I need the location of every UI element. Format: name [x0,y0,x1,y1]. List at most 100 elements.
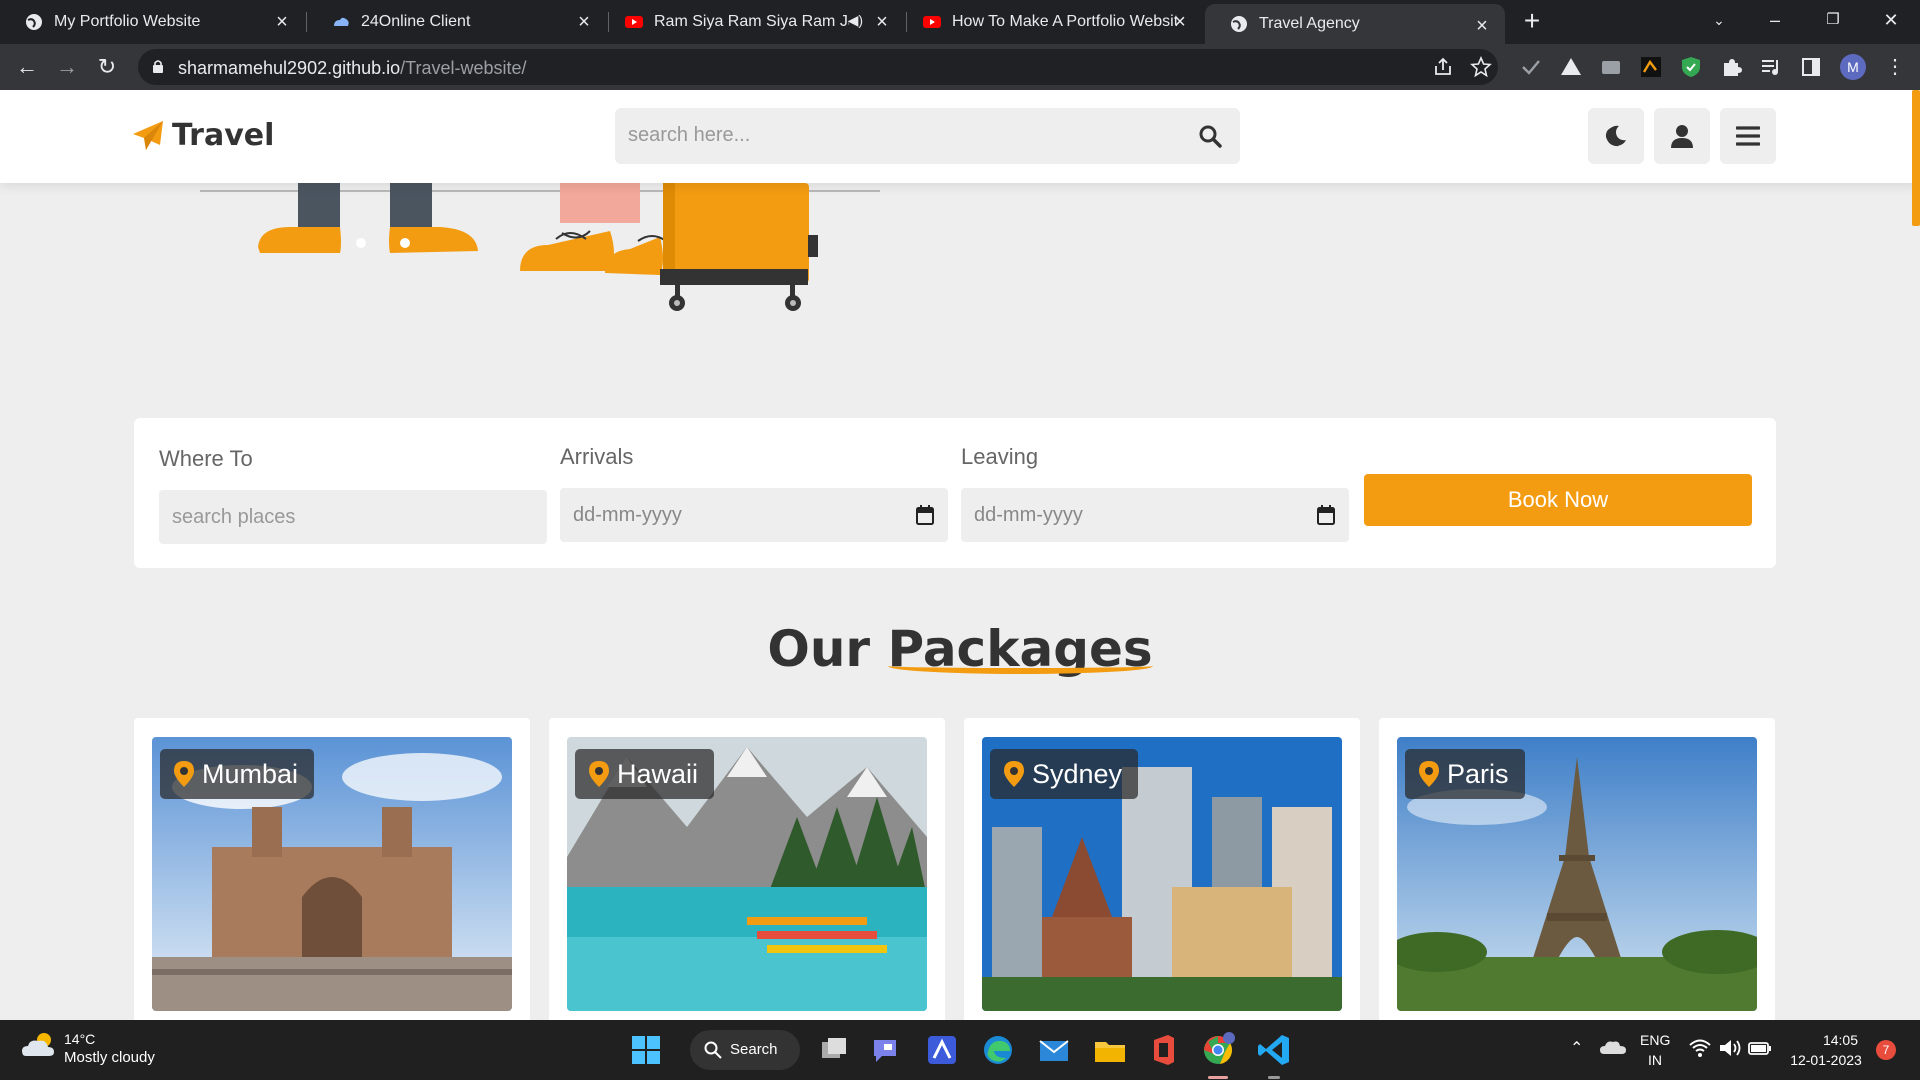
location-name: Paris [1447,758,1509,789]
theme-toggle-button[interactable] [1588,108,1644,164]
tab-search-icon[interactable]: ⌄ [1696,0,1742,40]
leaving-date-input[interactable]: dd-mm-yyyy [961,488,1349,542]
header-search-input[interactable]: search here... [615,108,1240,164]
task-view-icon[interactable] [816,1032,852,1068]
close-icon[interactable]: × [1169,11,1191,33]
office-icon[interactable] [1146,1032,1182,1068]
battery-icon[interactable] [1748,1036,1772,1060]
tab-ram-siya-ram[interactable]: Ram Siya Ram Siya Ram Jai J... ◀) × [600,0,905,44]
tab-travel-agency[interactable]: Travel Agency × [1205,4,1505,44]
package-card-hawaii[interactable]: Hawaii [549,718,945,1020]
close-icon[interactable]: × [871,11,893,33]
edge-browser-icon[interactable] [980,1032,1016,1068]
package-card-sydney[interactable]: Sydney [964,718,1360,1020]
location-name: Hawaii [617,758,699,789]
lock-icon [153,60,163,73]
windows-start-icon[interactable] [628,1032,664,1068]
drive-extension-icon[interactable] [1560,56,1582,78]
profile-avatar[interactable]: M [1840,54,1866,80]
tab-title: Ram Siya Ram Siya Ram Jai J... [654,13,849,30]
close-icon[interactable]: × [573,11,595,33]
tab-title: 24Online Client [361,13,471,30]
wifi-icon[interactable] [1688,1036,1712,1060]
clock[interactable]: 14:05 12-01-2023 [1782,1030,1870,1070]
extension-icon[interactable] [1600,56,1622,78]
where-to-placeholder: search places [172,506,296,528]
forward-button[interactable]: → [52,52,82,82]
globe-icon [1231,16,1247,32]
url-path: /Travel-website/ [400,58,527,78]
teams-chat-icon[interactable] [870,1032,906,1068]
page-viewport: Travel search here... Where To search pl… [0,90,1920,1020]
reload-button[interactable]: ↻ [92,52,122,82]
bookmark-star-icon[interactable] [1470,56,1492,78]
show-hidden-icons[interactable]: ⌃ [1570,1038,1583,1058]
checkmark-extension-icon[interactable] [1520,56,1542,78]
paper-plane-icon [133,120,163,150]
code-app-icon[interactable] [924,1032,960,1068]
windows-taskbar: 14°C Mostly cloudy Search ⌃ ENG IN 14:05… [0,1020,1920,1080]
cloud-icon [334,17,349,26]
weather-widget[interactable]: 14°C Mostly cloudy [22,1030,155,1068]
taskbar-search-label: Search [730,1041,778,1058]
mail-icon[interactable] [1036,1032,1072,1068]
menu-button[interactable] [1720,108,1776,164]
language-code: ENG [1640,1032,1671,1048]
map-pin-icon [174,761,194,787]
arrivals-date-input[interactable]: dd-mm-yyyy [560,488,948,542]
tab-24online[interactable]: 24Online Client × [307,0,607,44]
package-card-mumbai[interactable]: Mumbai [134,718,530,1020]
onedrive-cloud-icon[interactable] [1600,1034,1626,1060]
restore-button[interactable]: ❐ [1810,0,1856,40]
logo-text: Travel [172,118,275,153]
taskbar-search-button[interactable]: Search [690,1030,800,1070]
location-tag: Hawaii [575,749,715,799]
map-pin-icon [1004,761,1024,787]
map-pin-icon [1419,761,1439,787]
speaker-icon[interactable]: ◀) [848,12,863,29]
tab-title: Travel Agency [1259,15,1360,32]
calendar-icon[interactable] [1317,505,1335,525]
login-button[interactable] [1654,108,1710,164]
share-icon[interactable] [1432,56,1454,78]
notification-badge[interactable]: 7 [1876,1040,1896,1060]
close-icon[interactable]: × [271,11,293,33]
cloudy-weather-icon [22,1033,54,1056]
language-indicator[interactable]: ENG IN [1640,1030,1670,1070]
media-queue-icon[interactable] [1760,56,1782,78]
book-now-button[interactable]: Book Now [1364,474,1752,526]
clock-date: 12-01-2023 [1790,1052,1862,1068]
chrome-browser-icon[interactable] [1200,1032,1236,1068]
packages-heading: Our Packages [0,620,1920,678]
site-logo[interactable]: Travel [132,118,274,153]
puzzle-extensions-icon[interactable] [1720,56,1742,78]
location-name: Mumbai [202,758,299,789]
close-icon[interactable]: × [1471,15,1493,37]
shield-extension-icon[interactable] [1680,56,1702,78]
file-explorer-icon[interactable] [1092,1032,1128,1068]
calendar-icon[interactable] [916,505,934,525]
arrivals-field: Arrivals dd-mm-yyyy [560,444,948,542]
booking-form: Where To search places Arrivals dd-mm-yy… [134,418,1776,568]
url-host: sharmamehul2902.github.io [178,58,401,78]
where-to-input[interactable]: search places [159,490,547,544]
colorpicker-extension-icon[interactable] [1640,56,1662,78]
side-panel-icon[interactable] [1800,56,1822,78]
search-icon[interactable] [1198,124,1222,148]
tab-portfolio-video[interactable]: How To Make A Portfolio Website × [898,0,1203,44]
minimize-button[interactable]: – [1752,0,1798,40]
volume-icon[interactable] [1718,1036,1742,1060]
page-scrollbar-thumb[interactable] [1912,90,1920,226]
tab-my-portfolio[interactable]: My Portfolio Website × [0,0,305,44]
address-bar[interactable]: sharmamehul2902.github.io/Travel-website… [138,49,1498,85]
search-placeholder: search here... [628,124,751,146]
where-to-label: Where To [159,446,253,471]
browser-menu-icon[interactable]: ⋮ [1880,52,1910,82]
packages-heading-plain: Our [767,620,871,678]
vscode-icon[interactable] [1256,1032,1292,1068]
leaving-field: Leaving dd-mm-yyyy [961,444,1349,542]
package-card-paris[interactable]: Paris [1379,718,1775,1020]
close-window-button[interactable]: ✕ [1868,0,1914,40]
new-tab-button[interactable]: + [1518,7,1546,36]
back-button[interactable]: ← [12,52,42,82]
